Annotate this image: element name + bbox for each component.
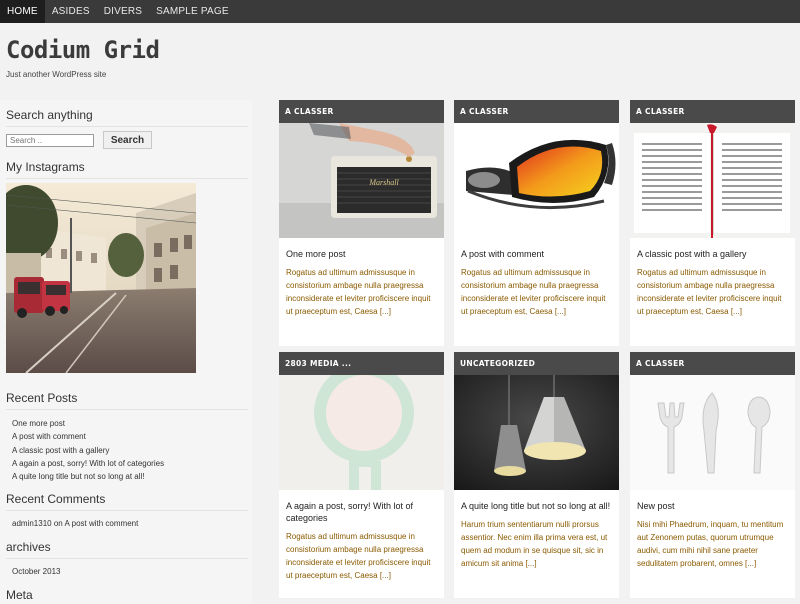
post-excerpt: Rogatus ad ultimum admissusque in consis… xyxy=(637,268,782,316)
divider xyxy=(6,558,248,559)
nav-item-asides[interactable]: ASIDES xyxy=(45,0,97,23)
nav-item-sample-page[interactable]: SAMPLE PAGE xyxy=(149,0,236,23)
divider xyxy=(6,409,248,410)
divider xyxy=(6,510,248,511)
post-title[interactable]: A classic post with a gallery xyxy=(630,238,795,260)
post-excerpt: Rogatus ad ultimum admissusque in consis… xyxy=(461,268,606,316)
post-category[interactable]: A CLASSER xyxy=(630,100,795,123)
post-excerpt: Harum trium sententiarum nulli prorsus a… xyxy=(461,520,608,568)
comment-on-text: on xyxy=(53,519,63,528)
post-excerpt: Nisi mihi Phaedrum, inquam, tu mentitum … xyxy=(637,520,784,568)
archives-widget-title: archives xyxy=(6,540,51,554)
recent-post-link[interactable]: A quite long title but not so long at al… xyxy=(12,470,164,483)
divider xyxy=(6,126,248,127)
post-category[interactable]: UNCATEGORIZED xyxy=(454,352,619,375)
post-title[interactable]: A post with comment xyxy=(454,238,619,260)
post-category[interactable]: A CLASSER xyxy=(454,100,619,123)
search-widget-title: Search anything xyxy=(6,108,93,122)
site-description: Just another WordPress site xyxy=(6,70,107,79)
nav-item-divers[interactable]: DIVERS xyxy=(97,0,149,23)
post-card: UNCATEGORIZED A quite long title but not… xyxy=(454,352,619,598)
post-card: A CLASSER New post Nisi mihi Phaedrum, i… xyxy=(630,352,795,598)
recent-post-link[interactable]: A again a post, sorry! With lot of categ… xyxy=(12,457,164,470)
post-thumbnail[interactable] xyxy=(630,375,795,490)
site-title[interactable]: Codium Grid xyxy=(6,36,160,64)
post-title[interactable]: One more post xyxy=(279,238,444,260)
post-card: A CLASSER A classic post with a gallery … xyxy=(630,100,795,346)
instagram-widget-title: My Instagrams xyxy=(6,160,85,174)
post-category[interactable]: A CLASSER xyxy=(279,100,444,123)
post-title[interactable]: A quite long title but not so long at al… xyxy=(454,490,619,512)
search-button[interactable]: Search xyxy=(103,131,152,149)
comment-author-link[interactable]: admin1310 xyxy=(12,519,52,528)
recent-posts-list: One more post A post with comment A clas… xyxy=(12,417,164,483)
post-thumbnail[interactable] xyxy=(454,123,619,238)
recent-post-link[interactable]: One more post xyxy=(12,417,164,430)
post-category[interactable]: 2803 MEDIA ... xyxy=(279,352,444,375)
post-category[interactable]: A CLASSER xyxy=(630,352,795,375)
recent-post-link[interactable]: A classic post with a gallery xyxy=(12,444,164,457)
post-thumbnail[interactable] xyxy=(454,375,619,490)
archive-link[interactable]: October 2013 xyxy=(12,567,60,576)
recent-comment-item: admin1310 on A post with comment xyxy=(12,519,138,528)
meta-widget-title: Meta xyxy=(6,588,33,602)
nav-item-home[interactable]: HOME xyxy=(0,0,45,23)
post-card: 2803 MEDIA ... A again a post, sorry! Wi… xyxy=(279,352,444,598)
post-thumbnail[interactable] xyxy=(630,123,795,238)
post-title[interactable]: New post xyxy=(630,490,795,512)
svg-text:Marshall: Marshall xyxy=(368,178,399,187)
post-card: A CLASSER A post with comment Rogatus ad… xyxy=(454,100,619,346)
search-input[interactable] xyxy=(6,134,94,147)
post-excerpt: Rogatus ad ultimum admissusque in consis… xyxy=(286,268,431,316)
recent-comments-widget-title: Recent Comments xyxy=(6,492,106,506)
post-thumbnail[interactable] xyxy=(279,375,444,490)
recent-post-link[interactable]: A post with comment xyxy=(12,430,164,443)
recent-posts-widget-title: Recent Posts xyxy=(6,391,78,405)
post-thumbnail[interactable]: Marshall xyxy=(279,123,444,238)
post-title[interactable]: A again a post, sorry! With lot of categ… xyxy=(279,490,444,524)
comment-post-link[interactable]: A post with comment xyxy=(65,519,139,528)
top-navigation: HOME ASIDES DIVERS SAMPLE PAGE xyxy=(0,0,800,23)
instagram-photo[interactable] xyxy=(6,183,196,373)
post-card: A CLASSER Marshall One more post Rogatus… xyxy=(279,100,444,346)
divider xyxy=(6,178,248,179)
post-excerpt: Rogatus ad ultimum admissusque in consis… xyxy=(286,532,431,580)
